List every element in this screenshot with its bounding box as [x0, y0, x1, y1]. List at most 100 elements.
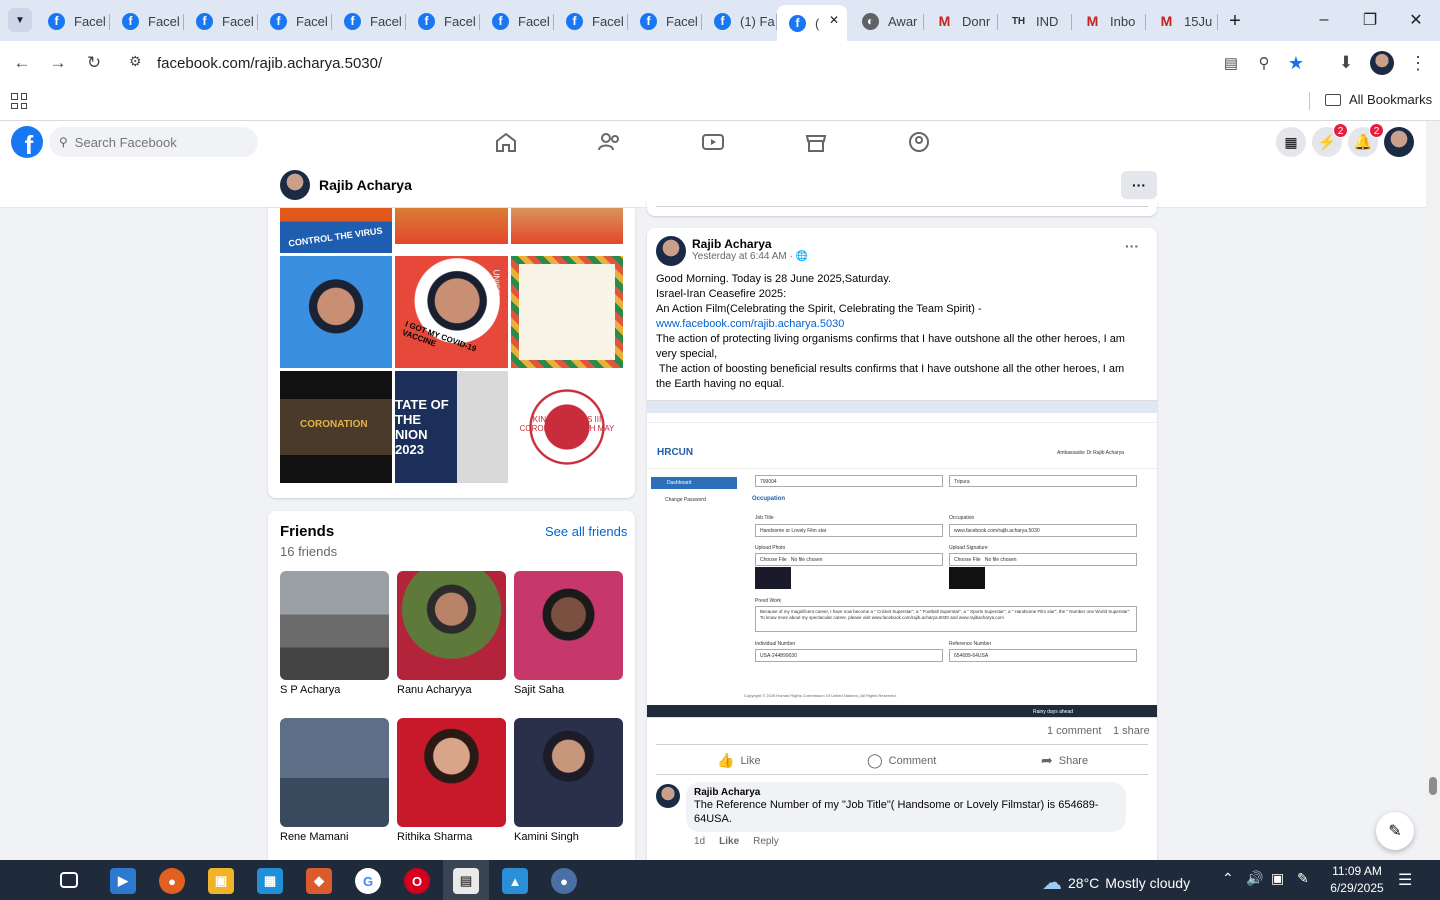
- account-avatar[interactable]: [1384, 127, 1414, 157]
- scrollbar-thumb[interactable]: [1429, 777, 1437, 795]
- store-icon[interactable]: ▦: [257, 868, 283, 894]
- friends-icon[interactable]: [596, 130, 622, 154]
- close-window-button[interactable]: ✕: [1393, 0, 1439, 40]
- browser-profile-avatar[interactable]: [1370, 51, 1394, 75]
- chrome-profile-icon[interactable]: ●: [551, 868, 577, 894]
- friend-photo[interactable]: [397, 571, 506, 680]
- photo-vaccine[interactable]: I GOT MY COVID-19 VACCINE UNICEF: [395, 256, 508, 368]
- bookmark-star-icon[interactable]: ★: [1282, 49, 1310, 77]
- menu-grid-button[interactable]: ▦: [1276, 127, 1306, 157]
- office-icon[interactable]: ◆: [306, 868, 332, 894]
- facebook-search[interactable]: ⚲: [49, 127, 258, 157]
- page-scrollbar[interactable]: [1426, 121, 1440, 860]
- minimize-button[interactable]: –: [1301, 0, 1347, 40]
- notification-center-icon[interactable]: ☰: [1398, 870, 1412, 890]
- volume-icon[interactable]: 🔊: [1246, 870, 1263, 887]
- friend-name[interactable]: Sajit Saha: [514, 684, 564, 696]
- browser-tab[interactable]: f Facel: [628, 6, 702, 36]
- comment-like-link[interactable]: Like: [719, 836, 739, 847]
- photo-control-virus[interactable]: CONTROL THE VIRUS: [280, 208, 392, 253]
- close-tab-icon[interactable]: ✕: [829, 13, 839, 27]
- browser-tab[interactable]: M Inbo: [1072, 6, 1146, 36]
- tab-search-button[interactable]: ▼: [8, 8, 32, 32]
- forward-icon[interactable]: →: [44, 49, 72, 77]
- profile-avatar[interactable]: [280, 170, 310, 200]
- photo-thumb[interactable]: [511, 208, 623, 244]
- friend-photo[interactable]: [280, 718, 389, 827]
- video-icon[interactable]: [700, 130, 726, 154]
- home-icon[interactable]: [493, 130, 519, 154]
- chrome-icon[interactable]: G: [355, 868, 381, 894]
- post-link[interactable]: www.facebook.com/rajib.acharya.5030: [656, 317, 1146, 332]
- facebook-logo[interactable]: f: [11, 126, 43, 158]
- zoom-icon[interactable]: ⚲: [1250, 49, 1278, 77]
- file-explorer-icon[interactable]: ▣: [208, 868, 234, 894]
- comment-age[interactable]: 1d: [694, 836, 705, 847]
- browser-tab[interactable]: M 15Ju: [1146, 6, 1218, 36]
- address-bar[interactable]: ⚙ facebook.com/rajib.acharya.5030/: [122, 46, 1222, 80]
- browser-tab[interactable]: f (1) Fa: [702, 6, 777, 36]
- post-author-name[interactable]: Rajib Acharya: [692, 237, 772, 251]
- browser-tab[interactable]: f Facel: [36, 6, 110, 36]
- back-icon[interactable]: ←: [8, 49, 36, 77]
- comment-button[interactable]: ◯ Comment: [867, 752, 936, 769]
- browser-tab[interactable]: f Facel: [332, 6, 406, 36]
- friend-name[interactable]: Rithika Sharma: [397, 831, 472, 843]
- maximize-button[interactable]: ❐: [1347, 0, 1393, 40]
- reload-icon[interactable]: ↻: [80, 49, 108, 77]
- photo-certificate[interactable]: [511, 256, 623, 368]
- browser-tab[interactable]: TH IND: [998, 6, 1072, 36]
- network-icon[interactable]: ▣: [1271, 870, 1284, 887]
- app-icon[interactable]: ▶: [110, 868, 136, 894]
- photo-king-charles[interactable]: KING CHARLES III CORONATION · 6TH MAY 20…: [511, 371, 623, 483]
- comments-count[interactable]: 1 comment: [1047, 725, 1101, 737]
- all-bookmarks-folder[interactable]: All Bookmarks: [1325, 92, 1432, 107]
- commenter-avatar[interactable]: [656, 784, 680, 808]
- like-button[interactable]: 👍 Like: [717, 752, 761, 769]
- browser-tab[interactable]: f Facel: [554, 6, 628, 36]
- install-app-icon[interactable]: ▤: [1217, 49, 1245, 77]
- pen-icon[interactable]: ✎: [1297, 870, 1309, 887]
- photo-portrait-blue[interactable]: [280, 256, 392, 368]
- photo-thumb[interactable]: [395, 208, 508, 244]
- weather-widget[interactable]: ☁ 28°C Mostly cloudy: [1042, 870, 1190, 895]
- friend-name[interactable]: Kamini Singh: [514, 831, 579, 843]
- friend-photo[interactable]: [280, 571, 389, 680]
- profile-name[interactable]: Rajib Acharya: [319, 177, 412, 193]
- site-info-icon[interactable]: ⚙: [129, 53, 142, 70]
- friend-name[interactable]: Ranu Acharyya: [397, 684, 472, 696]
- search-input[interactable]: [74, 134, 235, 150]
- url-text[interactable]: facebook.com/rajib.acharya.5030/: [157, 55, 382, 72]
- new-tab-button[interactable]: +: [1222, 8, 1248, 34]
- browser-tab[interactable]: f Facel: [110, 6, 184, 36]
- see-all-friends-link[interactable]: See all friends: [545, 524, 627, 539]
- photos-icon[interactable]: ▲: [502, 868, 528, 894]
- browser-tab[interactable]: ◐ Awar: [850, 6, 924, 36]
- friend-name[interactable]: S P Acharya: [280, 684, 340, 696]
- friend-photo[interactable]: [514, 571, 623, 680]
- browser-tab[interactable]: f (✕: [777, 5, 847, 41]
- tray-chevron-icon[interactable]: ⌃: [1222, 870, 1234, 887]
- download-icon[interactable]: ⬇: [1332, 49, 1360, 77]
- marketplace-icon[interactable]: [803, 130, 829, 154]
- post-author-avatar[interactable]: [656, 236, 686, 266]
- post-options-icon[interactable]: ···: [1125, 238, 1139, 254]
- browser-menu-icon[interactable]: ⋮: [1404, 49, 1432, 77]
- clock[interactable]: 11:09 AM 6/29/2025: [1322, 863, 1392, 897]
- profile-more-button[interactable]: ···: [1121, 171, 1157, 199]
- task-view-icon[interactable]: [60, 872, 78, 888]
- browser-tab[interactable]: f Facel: [258, 6, 332, 36]
- friend-photo[interactable]: [397, 718, 506, 827]
- notifications-button[interactable]: 🔔 2: [1348, 123, 1384, 157]
- opera-icon[interactable]: O: [404, 868, 430, 894]
- firefox-icon[interactable]: ●: [159, 868, 185, 894]
- post-timestamp[interactable]: Yesterday at 6:44 AM · 🌐: [692, 251, 808, 262]
- groups-icon[interactable]: [906, 130, 932, 154]
- new-message-button[interactable]: ✎: [1376, 812, 1414, 850]
- comment-reply-link[interactable]: Reply: [753, 836, 779, 847]
- comment-author[interactable]: Rajib Acharya: [694, 787, 1118, 798]
- windows-start-icon[interactable]: [12, 870, 32, 890]
- browser-tab[interactable]: f Facel: [480, 6, 554, 36]
- messenger-button[interactable]: ⚡ 2: [1312, 123, 1348, 157]
- post-image[interactable]: HRCUN Ambassador Dr Rajib Acharya Dashbo…: [647, 400, 1157, 718]
